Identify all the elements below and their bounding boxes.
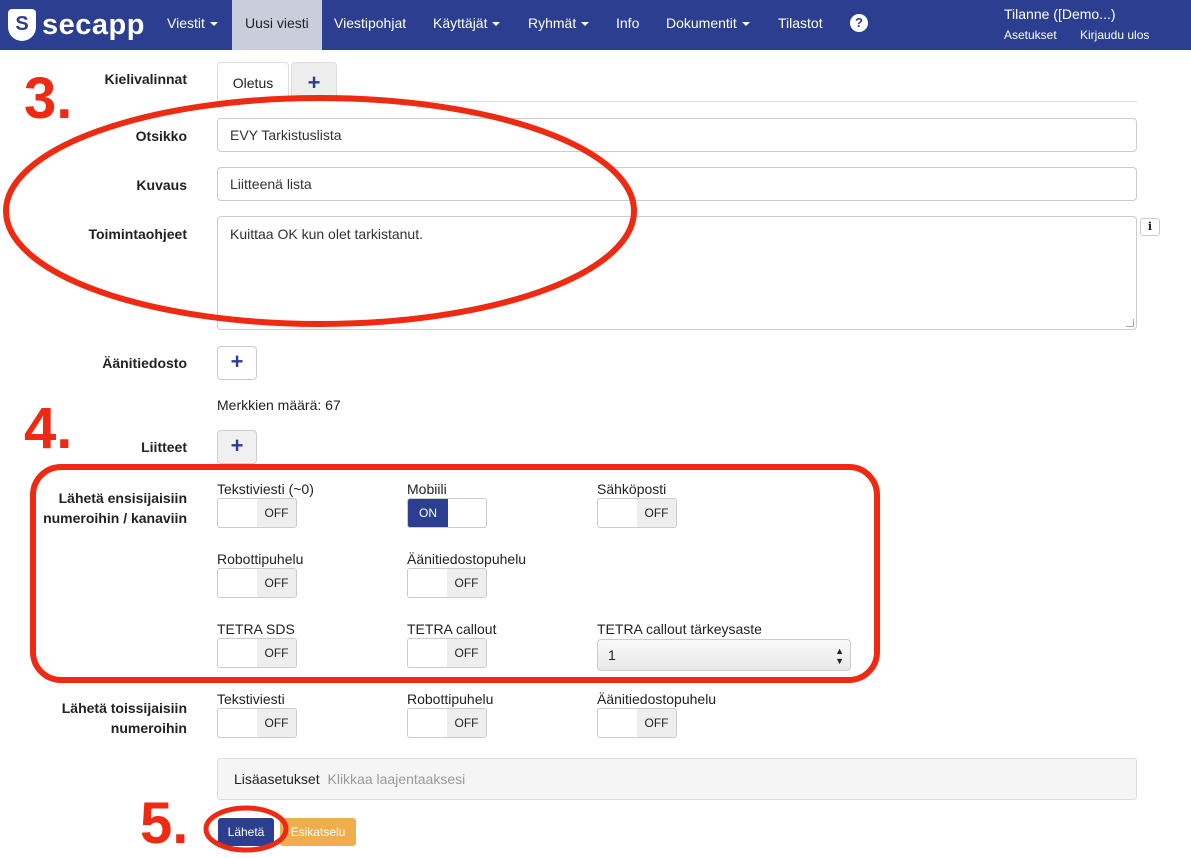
primary-channels-label: Lähetä ensisijaisiin numeroihin / kanavi… [40, 488, 187, 528]
plus-icon: + [230, 433, 244, 458]
toggle-off-label: OFF [257, 569, 296, 597]
secondary-channels-label-line2: numeroihin [110, 720, 187, 736]
tetra-sds-toggle[interactable]: OFF [217, 638, 297, 668]
toggle-off-label: OFF [447, 639, 486, 667]
toggle-off-label: OFF [257, 499, 296, 527]
robocall-label: Robottipuhelu [217, 551, 304, 567]
add-attachment-button[interactable]: + [217, 430, 257, 464]
sms-toggle[interactable]: OFF [217, 498, 297, 528]
resize-handle-icon[interactable] [1126, 319, 1134, 327]
settings-link[interactable]: Asetukset [1004, 28, 1057, 42]
toggle-off-label: OFF [257, 709, 296, 737]
secondary-sms-label: Tekstiviesti [217, 691, 285, 707]
annotation-number-3: 3. [24, 66, 73, 131]
mobile-toggle[interactable]: ON [407, 498, 487, 528]
secondary-audio-call-toggle[interactable]: OFF [597, 708, 677, 738]
annotation-number-5: 5. [140, 791, 189, 856]
caret-down-icon [581, 22, 590, 27]
tetra-priority-select[interactable]: 1 ▲ ▼ [597, 639, 851, 671]
description-input[interactable]: Liitteenä lista [217, 167, 1137, 201]
nav-ryhmat[interactable]: Ryhmät [528, 0, 590, 50]
character-count: Merkkien määrä: 67 [217, 397, 341, 413]
toggle-off-label: OFF [447, 709, 486, 737]
audio-call-label: Äänitiedostopuhelu [407, 551, 527, 567]
toggle-off-label: OFF [637, 499, 676, 527]
brand-logo[interactable]: S secapp [8, 8, 145, 42]
add-language-tab[interactable]: + [291, 62, 337, 102]
preview-button[interactable]: Esikatselu [280, 818, 356, 846]
audio-file-label: Äänitiedosto [102, 355, 187, 371]
nav-info-label: Info [616, 15, 640, 31]
nav-viestit[interactable]: Viestit [167, 0, 218, 50]
primary-channels-label-line2: numeroihin / kanaviin [43, 510, 187, 526]
tetra-callout-label: TETRA callout [407, 621, 497, 637]
caret-down-icon [492, 22, 501, 27]
description-label: Kuvaus [136, 177, 187, 193]
nav-ryhmat-label: Ryhmät [528, 15, 577, 31]
language-label: Kielivalinnat [104, 71, 187, 87]
top-navbar: S secapp Viestit Uusi viesti Viestipohja… [0, 0, 1191, 50]
advanced-settings-hint: Klikkaa laajentaaksesi [327, 771, 466, 787]
tab-default-language[interactable]: Oletus [217, 62, 289, 102]
advanced-settings-title: Lisäasetukset [234, 771, 320, 787]
tetra-callout-toggle[interactable]: OFF [407, 638, 487, 668]
advanced-settings-panel[interactable]: Lisäasetukset Klikkaa laajentaaksesi [217, 758, 1137, 800]
nav-kayttajat[interactable]: Käyttäjät [433, 0, 501, 50]
user-name: Tilanne ([Demo...) [1004, 6, 1116, 22]
nav-viestipohjat-label: Viestipohjat [334, 15, 407, 31]
toggle-off-label: OFF [447, 569, 486, 597]
secondary-channels-label-line1: Lähetä toissijaisiin [61, 700, 187, 716]
toggle-off-label: OFF [257, 639, 296, 667]
brand-name: secapp [42, 9, 145, 41]
email-label: Sähköposti [597, 481, 667, 497]
nav-viestit-label: Viestit [167, 15, 205, 31]
instructions-label: Toimintaohjeet [88, 226, 187, 242]
send-button[interactable]: Lähetä [218, 818, 274, 846]
caret-down-icon [209, 22, 218, 27]
nav-tilastot-label: Tilastot [778, 15, 823, 31]
nav-viestipohjat[interactable]: Viestipohjat [334, 0, 406, 50]
nav-dokumentit[interactable]: Dokumentit [666, 0, 750, 50]
shield-icon: S [8, 9, 36, 41]
audio-call-toggle[interactable]: OFF [407, 568, 487, 598]
nav-uusi-viesti-label: Uusi viesti [245, 15, 309, 31]
logout-link[interactable]: Kirjaudu ulos [1080, 28, 1149, 42]
secondary-channels-label: Lähetä toissijaisiin numeroihin [40, 698, 187, 738]
nav-kayttajat-label: Käyttäjät [433, 15, 488, 31]
tab-divider [217, 101, 1137, 102]
primary-channels-label-line1: Lähetä ensisijaisiin [58, 490, 187, 506]
plus-icon: + [230, 349, 244, 374]
secondary-robocall-toggle[interactable]: OFF [407, 708, 487, 738]
caret-down-icon [741, 22, 750, 27]
annotation-number-4: 4. [24, 396, 73, 461]
email-toggle[interactable]: OFF [597, 498, 677, 528]
secondary-audio-call-label: Äänitiedostopuhelu [597, 691, 717, 707]
instructions-text: Kuittaa OK kun olet tarkistanut. [230, 226, 423, 242]
add-audio-button[interactable]: + [217, 346, 257, 380]
tetra-priority-value: 1 [608, 647, 616, 663]
mobile-label: Mobiili [407, 481, 447, 497]
nav-uusi-viesti[interactable]: Uusi viesti [232, 0, 322, 50]
secondary-sms-toggle[interactable]: OFF [217, 708, 297, 738]
nav-tilastot[interactable]: Tilastot [778, 0, 823, 50]
title-label: Otsikko [135, 128, 187, 144]
sms-label: Tekstiviesti (~0) [217, 481, 314, 497]
question-circle-icon[interactable]: ? [850, 14, 868, 32]
updown-arrows-icon: ▲ ▼ [835, 646, 844, 666]
nav-dokumentit-label: Dokumentit [666, 15, 737, 31]
tetra-sds-label: TETRA SDS [217, 621, 295, 637]
secondary-robocall-label: Robottipuhelu [407, 691, 494, 707]
attachments-label: Liitteet [141, 439, 187, 455]
instructions-textarea[interactable]: Kuittaa OK kun olet tarkistanut. [217, 216, 1137, 330]
tetra-priority-label: TETRA callout tärkeysaste [597, 621, 762, 637]
toggle-on-label: ON [408, 499, 448, 527]
info-icon[interactable]: i [1140, 218, 1160, 236]
nav-info[interactable]: Info [616, 0, 639, 50]
toggle-off-label: OFF [637, 709, 676, 737]
robocall-toggle[interactable]: OFF [217, 568, 297, 598]
plus-icon: + [307, 70, 321, 95]
title-input[interactable]: EVY Tarkistuslista [217, 118, 1137, 152]
